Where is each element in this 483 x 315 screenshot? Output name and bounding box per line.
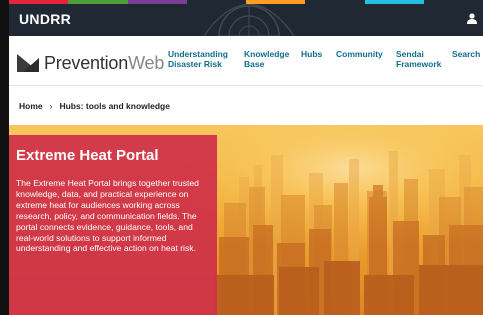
breadcrumb: Home › Hubs: tools and knowledge: [9, 87, 483, 125]
un-emblem-pattern: [203, 2, 295, 36]
nav-label-line1: Search: [452, 49, 481, 59]
nav-sendai-framework[interactable]: Sendai Framework: [396, 49, 442, 69]
strip-segment: [127, 0, 187, 4]
page-title: Extreme Heat Portal: [16, 147, 159, 164]
nav-understanding-disaster-risk[interactable]: Understanding Disaster Risk: [168, 49, 228, 69]
strip-segment: [9, 0, 69, 4]
undrr-link[interactable]: UNDRR: [19, 11, 71, 27]
breadcrumb-separator-icon: ›: [49, 101, 53, 111]
nav-label-line2: Disaster Risk: [168, 58, 222, 69]
strip-segment: [423, 0, 483, 4]
nav-label-line1: Hubs: [301, 49, 323, 59]
strip-segment: [305, 0, 365, 4]
strip-segment: [68, 0, 128, 4]
nav-search[interactable]: Search: [452, 49, 481, 60]
nav-label-line1: Community: [336, 49, 383, 59]
site-header: Prevention Web Understanding Disaster Ris…: [9, 36, 483, 86]
breadcrumb-current[interactable]: Hubs: tools and knowledge: [59, 101, 170, 111]
breadcrumb-home[interactable]: Home: [19, 101, 43, 111]
nav-knowledge-base[interactable]: Knowledge Base: [244, 49, 289, 69]
nav-label-line2: Base: [244, 58, 265, 69]
strip-segment: [364, 0, 424, 4]
nav-hubs[interactable]: Hubs: [301, 49, 323, 60]
main-nav: Understanding Disaster Risk Knowledge Ba…: [9, 49, 483, 74]
nav-label-line2: Framework: [396, 58, 442, 69]
undrr-topbar: UNDRR: [9, 0, 483, 36]
hero-text-panel: Extreme Heat Portal The Extreme Heat Por…: [9, 135, 217, 315]
hero-description: The Extreme Heat Portal brings together …: [16, 178, 199, 254]
user-icon[interactable]: [467, 13, 477, 24]
browser-viewport: UNDRR Prevention Web Understanding Disast…: [9, 0, 483, 315]
nav-community[interactable]: Community: [336, 49, 383, 60]
